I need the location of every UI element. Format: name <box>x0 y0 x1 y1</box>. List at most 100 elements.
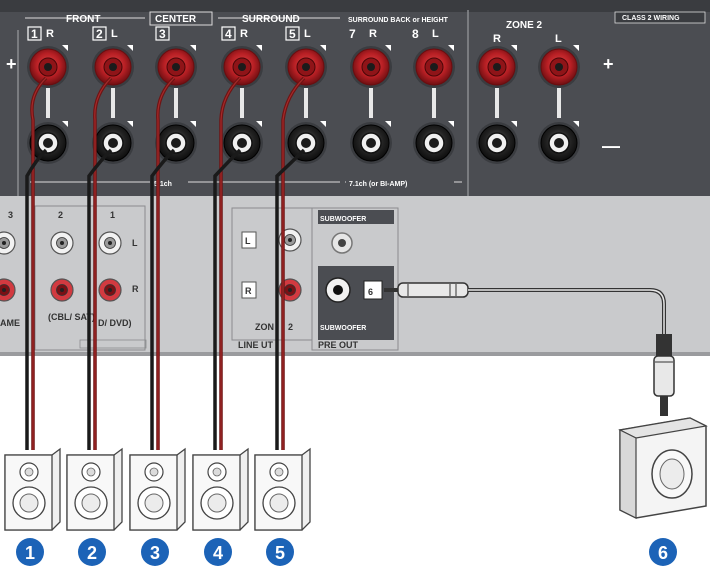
speaker-number-1: 1 <box>25 543 35 563</box>
header-class2-label: CLASS 2 WIRING <box>622 15 680 22</box>
speaker-3 <box>129 447 186 531</box>
channel-side-5: L <box>304 28 311 40</box>
speakers <box>4 447 311 531</box>
zone2-R-terminal-link <box>495 88 499 118</box>
channel-1-positive-terminal <box>27 46 69 88</box>
zone2-side-R: R <box>493 33 501 45</box>
input-game-label: AME <box>0 318 20 328</box>
channel-2-terminal-link <box>111 88 115 118</box>
speaker-number-badge-5: 5 <box>266 538 294 566</box>
rca-jack-2-right <box>50 278 74 302</box>
channel-2-negative-terminal <box>92 122 134 164</box>
channel-7-positive-terminal <box>350 46 392 88</box>
zone2-L-terminal-link <box>557 88 561 118</box>
diagram-canvas: FRONT CENTER SURROUND SURROUND BACK or H… <box>0 0 710 566</box>
channel-7-terminal-link <box>369 88 373 118</box>
header-surround-back-label: SURROUND BACK or HEIGHT <box>348 17 449 24</box>
channel-num-4: 4 <box>225 27 232 41</box>
zone2-side-L: L <box>555 33 562 45</box>
speaker-number-badge-3: 3 <box>141 538 169 566</box>
speaker-number-5: 5 <box>275 543 285 563</box>
channel-side-4: R <box>240 28 248 40</box>
channel-3-negative-terminal <box>155 122 197 164</box>
subwoofer-speaker <box>618 417 708 519</box>
input-col3-label: 3 <box>8 210 13 220</box>
channel-side-8: L <box>432 28 439 40</box>
channel-5-terminal-link <box>304 88 308 118</box>
zone2-L-negative-terminal <box>538 122 580 164</box>
channel-8-terminal-link <box>432 88 436 118</box>
channel-label-1: 1R <box>27 26 54 41</box>
channel-num-7: 7 <box>349 27 356 41</box>
channel-num-2: 2 <box>96 27 103 41</box>
input-r-label: R <box>132 284 139 294</box>
header-surround-label: SURROUND <box>242 14 300 25</box>
bracket-71: 7.1ch (or BI-AMP) <box>345 176 462 188</box>
rca-jack-1-right <box>98 278 122 302</box>
channel-3-terminal-link <box>174 88 178 118</box>
zone2-R-negative-terminal <box>476 122 518 164</box>
label-71ch: 7.1ch (or BI-AMP) <box>349 181 407 188</box>
speaker-number-badges: 1 2 3 4 5 6 <box>16 538 677 566</box>
sub-num-label: 6 <box>368 287 373 297</box>
channel-num-1: 1 <box>31 27 38 41</box>
speaker-number-badge-4: 4 <box>204 538 232 566</box>
speaker-number-4: 4 <box>213 543 223 563</box>
speaker-2 <box>66 447 123 531</box>
speaker-5 <box>254 447 311 531</box>
input-col1-label: 1 <box>110 210 115 220</box>
channel-8-positive-terminal <box>413 46 455 88</box>
rca-jack-1-left <box>98 231 122 255</box>
input-bd-label: D/ DVD) <box>98 318 132 328</box>
channel-side-2: L <box>111 28 118 40</box>
channel-num-5: 5 <box>289 27 296 41</box>
speaker-number-3: 3 <box>150 543 160 563</box>
channel-label-2: 2L <box>92 26 118 41</box>
channel-label-5: 5L <box>285 26 311 41</box>
plus-sign: + <box>603 54 614 74</box>
channel-side-7: R <box>369 28 377 40</box>
plus-sign-left: + <box>6 54 17 74</box>
channel-3-positive-terminal <box>155 46 197 88</box>
speaker-number-6: 6 <box>658 543 668 563</box>
subwoofer-bottom-label: SUBWOOFER <box>320 325 366 332</box>
zone-partial-label: ZON <box>255 322 274 332</box>
channel-5-negative-terminal <box>285 122 327 164</box>
channel-num-8: 8 <box>412 27 419 41</box>
header-zone2-label: ZONE 2 <box>506 20 543 31</box>
header-center-label: CENTER <box>155 14 197 25</box>
line-out-label: LINE UT <box>238 340 274 350</box>
channel-label-4: 4R <box>221 26 248 41</box>
channel-8-negative-terminal <box>413 122 455 164</box>
speaker-number-2: 2 <box>87 543 97 563</box>
speaker-number-badge-6: 6 <box>649 538 677 566</box>
zone-two-label: 2 <box>288 322 293 332</box>
zone-r-label: R <box>245 286 252 296</box>
speaker-number-badge-1: 1 <box>16 538 44 566</box>
channel-1-terminal-link <box>46 88 50 118</box>
zone2-R-positive-terminal <box>476 46 518 88</box>
receiver-connection-diagram: FRONT CENTER SURROUND SURROUND BACK or H… <box>0 0 710 573</box>
pre-out-label: PRE OUT <box>318 340 359 350</box>
input-col2-label: 2 <box>58 210 63 220</box>
channel-4-terminal-link <box>240 88 244 118</box>
header-front-label: FRONT <box>66 14 100 25</box>
zone2-L-positive-terminal <box>538 46 580 88</box>
speaker-4 <box>192 447 249 531</box>
rca-jack-2-left <box>50 231 74 255</box>
channel-side-1: R <box>46 28 54 40</box>
channel-2-positive-terminal <box>92 46 134 88</box>
input-l-label: L <box>132 238 138 248</box>
channel-4-negative-terminal <box>221 122 263 164</box>
minus-sign: — <box>602 136 620 156</box>
speaker-1 <box>4 447 61 531</box>
lower-panel-bottom <box>0 352 710 356</box>
channel-num-3: 3 <box>159 27 166 41</box>
panel-top-strip <box>0 0 710 12</box>
zone-l-label: L <box>245 236 251 246</box>
channel-7-negative-terminal <box>350 122 392 164</box>
channel-5-positive-terminal <box>285 46 327 88</box>
channel-4-positive-terminal <box>221 46 263 88</box>
speaker-number-badge-2: 2 <box>78 538 106 566</box>
subwoofer-top-label: SUBWOOFER <box>320 216 366 223</box>
